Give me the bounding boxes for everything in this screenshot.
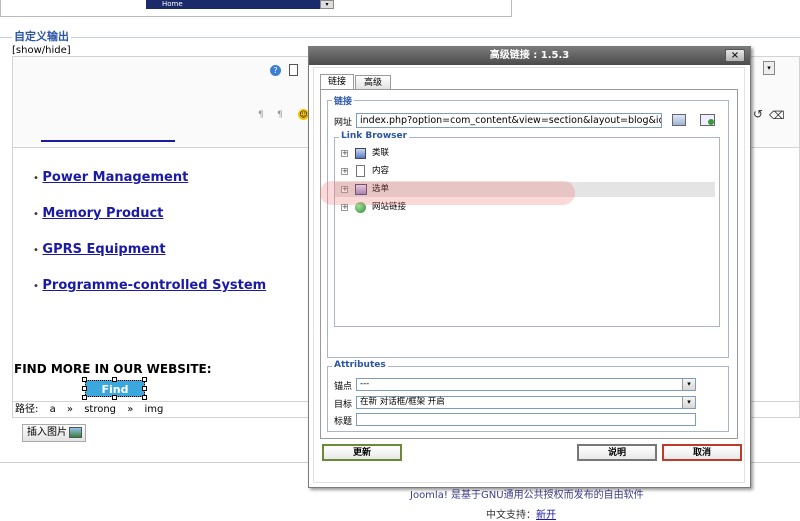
chevron-down-icon: ▾ [682, 379, 695, 390]
url-label: 网址 [334, 118, 353, 128]
path-separator: » [66, 404, 74, 415]
find-more-heading: FIND MORE IN OUR WEBSITE: [14, 362, 212, 376]
product-link[interactable]: Programme-controlled System [42, 278, 266, 293]
dialog-title: 高级链接 : 1.5.3 [309, 47, 750, 65]
link-group-legend: 链接 [332, 94, 355, 107]
attributes-group: Attributes 锚点 --- ▾ 目标 在新 对话框/框架 开启 ▾ 标题 [327, 360, 729, 432]
dropdown-arrow-icon[interactable]: ▾ [763, 61, 775, 75]
anchor-label: 锚点 [334, 382, 353, 392]
tab-advanced[interactable]: 高级 [355, 75, 391, 89]
menu-select[interactable]: Home [146, 0, 334, 9]
resize-handle[interactable] [82, 395, 87, 400]
resize-handle[interactable] [112, 377, 117, 382]
path-item[interactable]: strong [84, 404, 116, 415]
link-group: 链接 网址 index.php?option=com_content&view=… [327, 94, 729, 358]
select-arrow-icon[interactable]: ▾ [320, 0, 334, 9]
document-icon [356, 165, 365, 177]
path-item[interactable]: img [145, 404, 164, 415]
path-item[interactable]: a [50, 404, 56, 415]
ltr-icon[interactable]: ¶ [258, 110, 264, 120]
contacts-icon [355, 148, 366, 159]
new-document-icon[interactable] [289, 64, 298, 76]
list-item: • GPRS Equipment [33, 242, 166, 257]
link-browser-legend: Link Browser [339, 131, 410, 141]
undo-icon[interactable]: ↺ [753, 107, 763, 121]
show-hide-toggle[interactable]: [show/hide] [12, 45, 71, 56]
resize-handle[interactable] [142, 377, 147, 382]
bullet-icon: • [33, 209, 39, 220]
email-icon[interactable] [700, 114, 715, 126]
email-badge-icon [708, 119, 714, 125]
selection-highlight [320, 181, 575, 205]
product-link[interactable]: Memory Product [42, 206, 163, 221]
title-label: 标题 [334, 417, 353, 427]
url-input[interactable]: index.php?option=com_content&view=sectio… [356, 113, 662, 128]
tab-panel: 链接 网址 index.php?option=com_content&view=… [320, 89, 738, 439]
title-input[interactable] [356, 413, 696, 426]
expand-icon[interactable]: + [341, 150, 348, 157]
path-label: 路径: [15, 404, 39, 415]
resize-handle[interactable] [142, 386, 147, 391]
footer-support: 中文支持：新开 [486, 506, 556, 521]
footer-support-link[interactable]: 新开 [536, 510, 556, 521]
resize-handle[interactable] [112, 395, 117, 400]
list-item: • Programme-controlled System [33, 278, 266, 293]
attributes-legend: Attributes [332, 360, 388, 370]
bullet-icon: • [33, 281, 39, 292]
product-link[interactable]: Power Management [42, 170, 188, 185]
insert-image-button[interactable]: 插入图片 [22, 424, 86, 442]
product-link[interactable]: GPRS Equipment [42, 242, 165, 257]
footer-credit: Joomla! 是基于GNU通用公共授权而发布的自由软件 [410, 490, 644, 501]
insert-image-label: 插入图片 [27, 427, 67, 438]
dialog-body: 链接 高级 链接 网址 index.php?option=com_content… [313, 67, 745, 483]
expand-icon[interactable]: + [341, 168, 348, 175]
picture-icon [69, 427, 82, 438]
resize-handle[interactable] [82, 377, 87, 382]
bullet-icon: • [33, 245, 39, 256]
cancel-button[interactable]: 取消 [662, 444, 742, 461]
list-item: • Power Management [33, 170, 188, 185]
tree-item-label: 内容 [372, 166, 390, 176]
close-icon[interactable]: × [725, 49, 745, 62]
footer-support-label: 中文支持： [486, 510, 536, 521]
link-browser: Link Browser + 类联 + 内容 + 选单 + 网站链接 [334, 131, 720, 327]
advanced-link-dialog: 高级链接 : 1.5.3 × 链接 高级 链接 网址 index.php?opt… [308, 46, 751, 488]
tree-item-label: 类联 [372, 148, 390, 158]
target-select[interactable]: 在新 对话框/框架 开启 ▾ [356, 396, 696, 409]
browse-icon[interactable] [672, 114, 686, 126]
eraser-icon[interactable]: ⌫ [769, 109, 785, 122]
expand-icon[interactable]: + [341, 204, 348, 211]
target-select-value: 在新 对话框/框架 开启 [360, 397, 445, 407]
anchor-select[interactable]: --- ▾ [356, 378, 696, 391]
tab-link[interactable]: 链接 [320, 74, 354, 89]
resize-handle[interactable] [142, 395, 147, 400]
update-button[interactable]: 更新 [322, 444, 402, 461]
section-title: 自定义输出 [12, 28, 71, 44]
help-button[interactable]: 说明 [577, 444, 657, 461]
rtl-icon[interactable]: ¶ [277, 110, 283, 120]
path-separator: » [127, 404, 134, 415]
anchor-select-value: --- [360, 379, 370, 389]
resize-handle[interactable] [82, 386, 87, 391]
help-icon[interactable]: ? [270, 65, 281, 76]
tree-item-contacts[interactable]: + 类联 [335, 146, 715, 161]
list-item: • Memory Product [33, 206, 163, 221]
clipped-link [41, 138, 175, 142]
tree-item-content[interactable]: + 内容 [335, 164, 715, 179]
chevron-down-icon: ▾ [682, 397, 695, 408]
section-divider [0, 37, 800, 38]
bullet-icon: • [33, 173, 39, 184]
target-label: 目标 [334, 400, 353, 410]
